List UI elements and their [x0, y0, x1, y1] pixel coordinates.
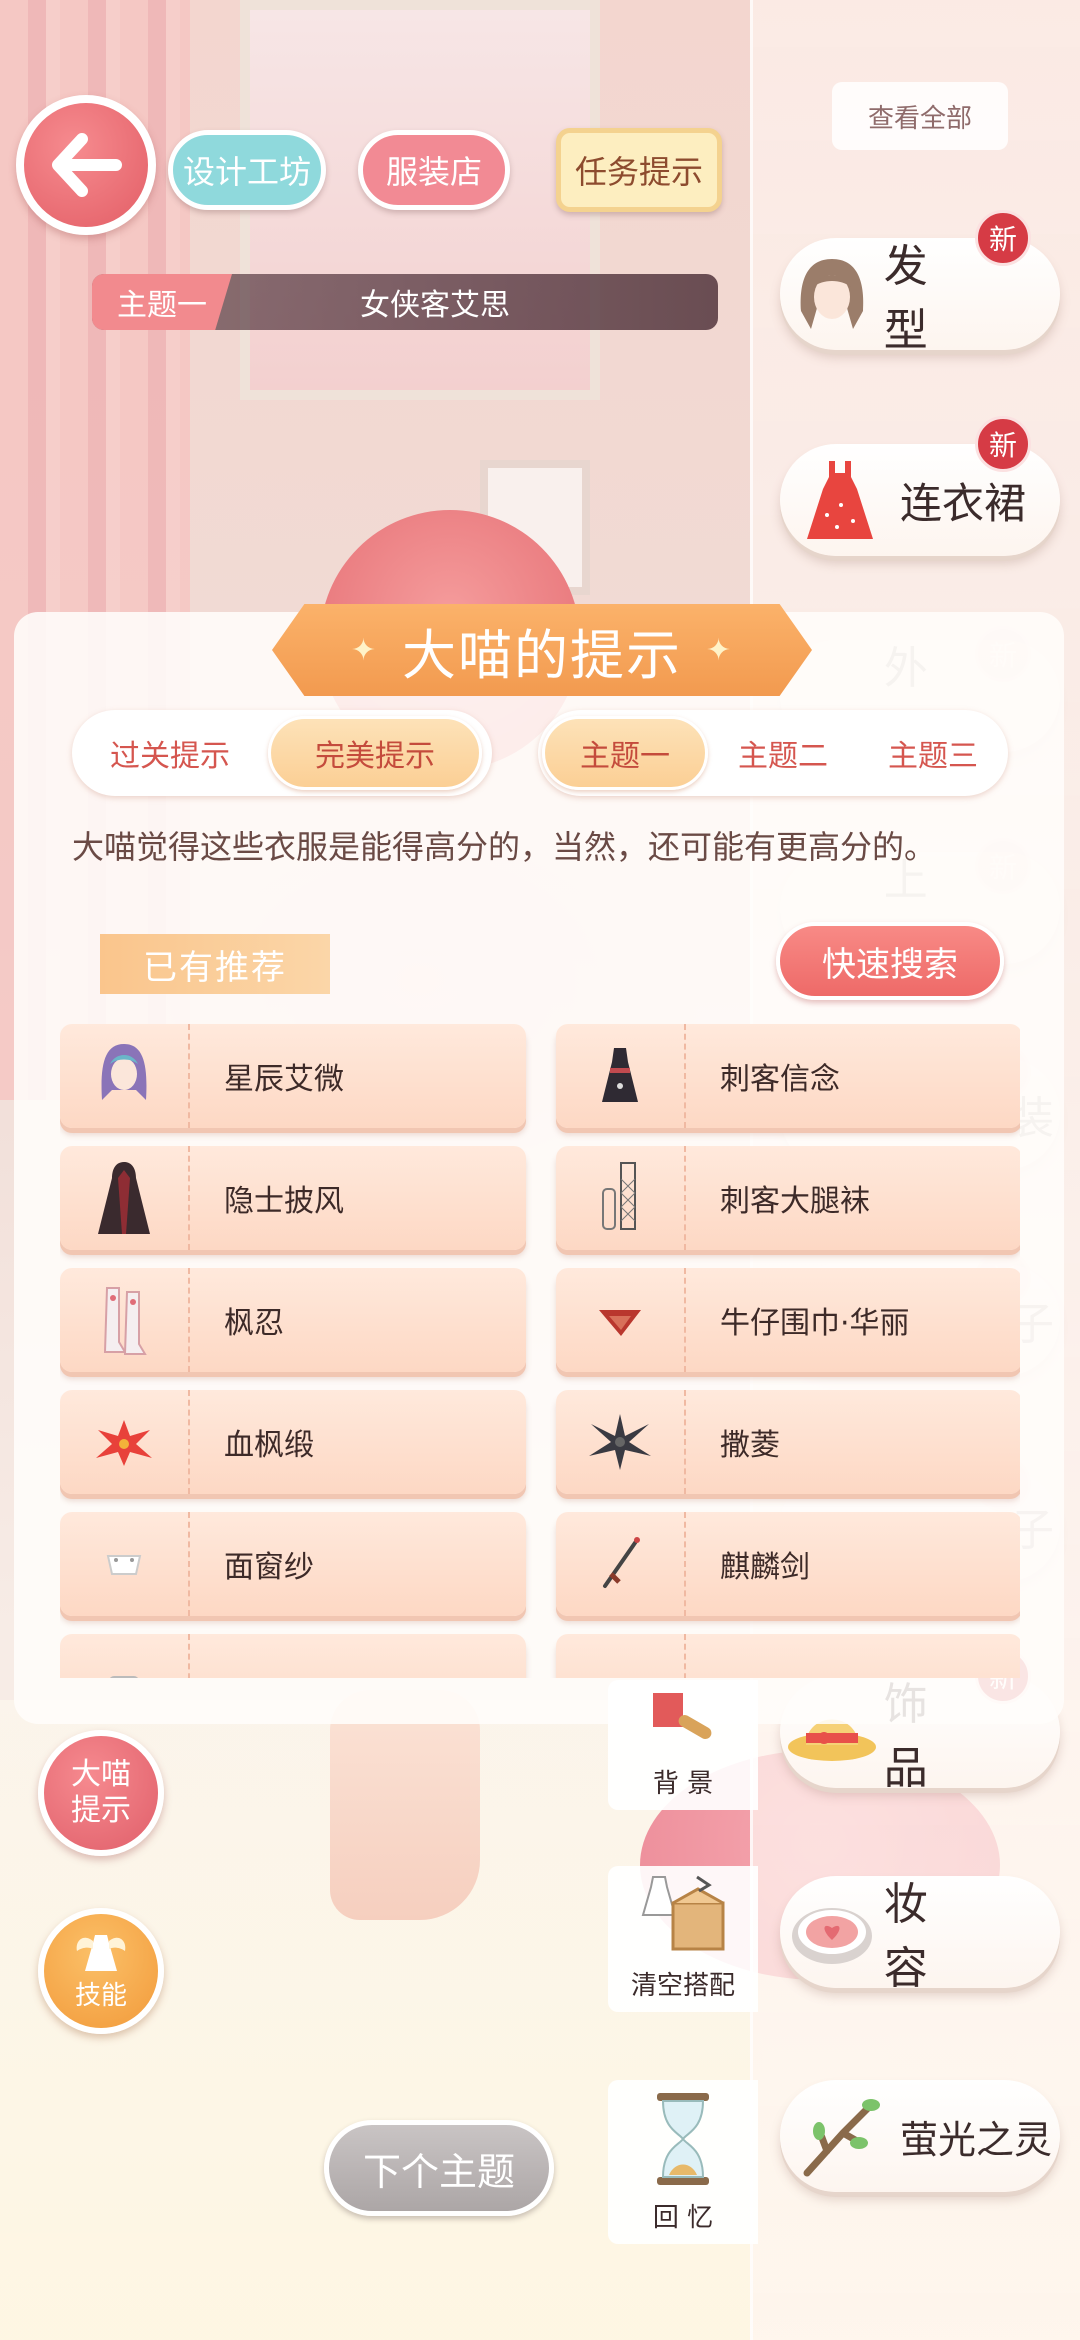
category-dress[interactable]: 连衣裙 新	[780, 416, 1060, 556]
recommended-item[interactable]: 麒麟剑	[556, 1512, 1020, 1616]
recommended-item[interactable]: 血枫缎	[60, 1390, 526, 1494]
category-makeup[interactable]: 妆 容	[780, 1876, 1060, 1994]
background-label: 背 景	[652, 1769, 714, 1799]
memory-button[interactable]: 回 忆	[608, 2080, 758, 2244]
theme-bar: 主题一 女侠客艾思	[92, 274, 718, 330]
recommended-item[interactable]: 刺客大腿袜	[556, 1146, 1020, 1250]
tab-perfect-hint[interactable]: 完美提示	[268, 716, 482, 790]
hint-description: 大喵觉得这些衣服是能得高分的，当然，还可能有更高分的。	[72, 828, 937, 866]
clear-outfit-button[interactable]: 清空搭配	[608, 1866, 758, 2012]
recommended-section-label: 已有推荐	[100, 934, 330, 994]
item-name: 撒菱	[720, 1428, 780, 1463]
daimiao-label-line1: 大喵	[71, 1757, 131, 1792]
tab-theme-1[interactable]: 主题一	[542, 716, 708, 790]
category-hairstyle[interactable]: 发 型 新	[780, 210, 1060, 356]
new-badge: 新	[975, 416, 1031, 472]
recommended-items-list: 星辰艾微 刺客信念 隐士披风 刺客大腿袜 枫忍 牛仔围巾·华丽 血枫缎 撒菱 面…	[60, 1018, 1020, 1678]
accessory-icon	[556, 1634, 686, 1678]
arrow-left-icon	[52, 133, 122, 197]
paint-brush-icon	[643, 1680, 723, 1763]
stockings-icon	[556, 1146, 686, 1250]
recommended-item[interactable]: 牛仔围巾·华丽	[556, 1268, 1020, 1372]
daimiao-hint-button[interactable]: 大喵 提示	[38, 1730, 164, 1856]
tab-pass-hint[interactable]: 过关提示	[72, 716, 268, 790]
recommended-item[interactable]: 星辰艾微	[60, 1024, 526, 1128]
design-workshop-button[interactable]: 设计工坊	[168, 130, 326, 210]
item-name: 牛仔围巾·华丽	[720, 1306, 910, 1341]
item-name: 枫忍	[224, 1306, 284, 1341]
recommended-item[interactable]: 隐士披风	[60, 1146, 526, 1250]
scarf-icon	[556, 1268, 686, 1372]
new-badge: 新	[975, 210, 1031, 266]
recommended-item[interactable]	[60, 1634, 526, 1678]
tab-theme-2[interactable]: 主题二	[708, 716, 858, 790]
theme-tag: 主题一	[92, 274, 232, 330]
clothing-shop-button[interactable]: 服装店	[358, 130, 510, 210]
theme-name: 女侠客艾思	[360, 288, 510, 323]
hint-title-banner: ✦ 大喵的提示 ✦	[272, 604, 812, 696]
memory-label: 回 忆	[652, 2203, 714, 2233]
caltrop-icon	[556, 1390, 686, 1494]
item-name: 刺客信念	[720, 1062, 840, 1097]
veil-icon	[60, 1512, 190, 1616]
winged-dress-icon	[76, 1934, 126, 1971]
view-all-button[interactable]: 查看全部	[832, 82, 1008, 150]
item-name: 麒麟剑	[720, 1550, 810, 1585]
item-name: 星辰艾微	[224, 1062, 344, 1097]
accessory-icon	[60, 1634, 190, 1678]
sword-icon	[556, 1512, 686, 1616]
boots-icon	[60, 1268, 190, 1372]
background-button[interactable]: 背 景	[608, 1680, 758, 1810]
category-label: 发 型	[883, 241, 962, 356]
theme-tabs: 主题一 主题二 主题三	[538, 710, 1008, 796]
makeup-icon	[780, 1876, 884, 1988]
tab-theme-3[interactable]: 主题三	[858, 716, 1008, 790]
recommended-item[interactable]: 枫忍	[60, 1268, 526, 1372]
skill-label: 技能	[74, 1980, 127, 2011]
category-label: 连衣裙	[900, 478, 1027, 528]
clear-outfit-label: 清空搭配	[630, 1971, 735, 2001]
recommended-item[interactable]: 撒菱	[556, 1390, 1020, 1494]
purple-hair-icon	[60, 1024, 190, 1128]
hint-mode-tabs: 过关提示 完美提示	[72, 710, 492, 796]
hourglass-icon	[651, 2080, 715, 2197]
category-firefly-spirit[interactable]: 萤光之灵	[780, 2080, 1060, 2192]
branch-icon	[780, 2080, 900, 2192]
character-foot	[330, 1690, 480, 1920]
skill-button[interactable]: 技能	[38, 1908, 164, 2034]
recommended-item[interactable]: 面窗纱	[60, 1512, 526, 1616]
dress-icon	[780, 444, 900, 556]
daimiao-label-line2: 提示	[71, 1793, 131, 1828]
task-hint-button[interactable]: 任务提示	[556, 128, 722, 212]
sparkle-icon: ✦	[350, 632, 378, 668]
hint-title: 大喵的提示	[402, 623, 682, 687]
red-leaf-icon	[60, 1390, 190, 1494]
cloak-icon	[60, 1146, 190, 1250]
quick-search-button[interactable]: 快速搜索	[776, 922, 1004, 1000]
black-dress-icon	[556, 1024, 686, 1128]
recommended-item[interactable]	[556, 1634, 1020, 1678]
box-icon	[633, 1866, 733, 1965]
item-name: 面窗纱	[224, 1550, 314, 1585]
item-name: 隐士披风	[224, 1184, 344, 1219]
category-label: 妆 容	[883, 1879, 962, 1994]
next-theme-button[interactable]: 下个主题	[324, 2120, 554, 2216]
recommended-item[interactable]: 刺客信念	[556, 1024, 1020, 1128]
hairstyle-icon	[780, 238, 884, 350]
back-button[interactable]	[16, 95, 156, 235]
item-name: 血枫缎	[224, 1428, 314, 1463]
sparkle-icon: ✦	[706, 632, 734, 668]
category-label: 萤光之灵	[900, 2117, 1053, 2162]
item-name: 刺客大腿袜	[720, 1184, 870, 1219]
